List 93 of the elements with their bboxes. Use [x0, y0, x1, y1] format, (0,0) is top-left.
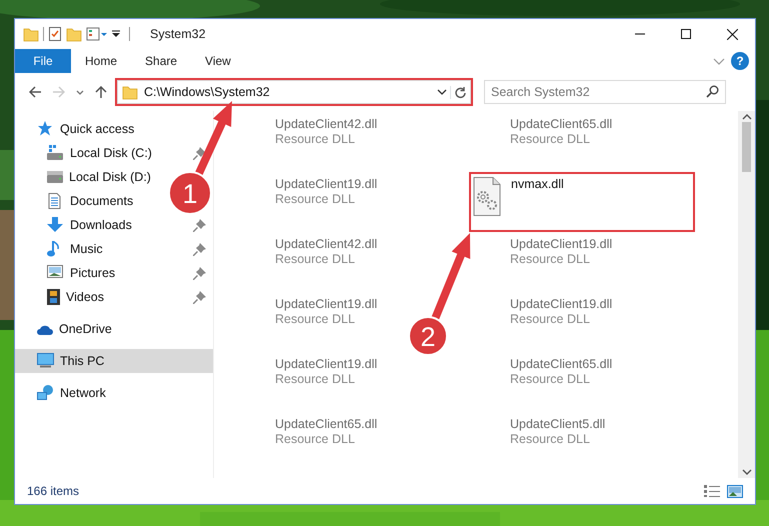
nav-item[interactable]: OneDrive: [15, 317, 116, 341]
search-field[interactable]: Search System32: [484, 80, 726, 104]
dropdown-icon[interactable]: [437, 89, 447, 95]
step-number-badge: 2: [408, 316, 448, 356]
file-type: Resource DLL: [275, 312, 356, 327]
step-number-badge: 1: [168, 171, 212, 215]
file-tab[interactable]: File: [15, 49, 71, 73]
nav-item[interactable]: Downloads: [15, 213, 136, 237]
file-item[interactable]: UpdateClient19.dll Resource DLL: [472, 293, 612, 337]
file-type: Resource DLL: [510, 132, 591, 147]
file-type: Resource DLL: [275, 372, 356, 387]
star-icon: [37, 121, 54, 137]
nav-item[interactable]: Documents: [15, 189, 138, 213]
nav-item[interactable]: Local Disk (D:): [15, 165, 155, 189]
maximize-icon[interactable]: [681, 29, 691, 39]
pin-icon[interactable]: [193, 218, 206, 232]
file-item[interactable]: UpdateClient5.dll Resource DLL: [472, 413, 606, 457]
expand-ribbon-icon[interactable]: [713, 58, 725, 64]
file-type: Resource DLL: [510, 252, 591, 267]
file-type: Resource DLL: [510, 432, 591, 447]
address-bar[interactable]: C:\Windows\System32: [117, 80, 471, 104]
file-name: UpdateClient65.dll: [275, 417, 378, 432]
file-name: nvmax.dll: [511, 177, 564, 192]
pin-icon[interactable]: [193, 242, 206, 256]
file-item[interactable]: UpdateClient65.dll Resource DLL: [237, 413, 378, 457]
back-arrow-icon[interactable]: [29, 86, 41, 98]
nav-item[interactable]: Quick access: [15, 117, 138, 141]
file-item[interactable]: nvmax.dll: [470, 173, 694, 231]
download-arrow-icon: [47, 217, 64, 233]
file-name: UpdateClient19.dll: [510, 237, 612, 252]
chevron-down-icon[interactable]: [76, 90, 84, 94]
details-view-icon[interactable]: [703, 484, 721, 498]
file-item[interactable]: UpdateClient42.dll Resource DLL: [237, 233, 378, 277]
nav-item[interactable]: Pictures: [15, 261, 120, 285]
search-icon[interactable]: [706, 85, 719, 98]
layout-dropdown-icon[interactable]: [86, 27, 107, 41]
scrollbar-thumb[interactable]: [742, 122, 751, 172]
monitor-icon: [37, 353, 54, 369]
customize-toolbar-icon[interactable]: [111, 30, 121, 38]
ribbon-tab[interactable]: Home: [71, 49, 132, 73]
forward-arrow-icon: [53, 86, 65, 98]
pin-icon[interactable]: [193, 290, 206, 304]
dll-file-icon: [473, 177, 501, 217]
nav-item[interactable]: Local Disk (C:): [15, 141, 156, 165]
ribbon-tab[interactable]: Share: [131, 49, 192, 73]
window-title: System32: [150, 26, 206, 43]
up-arrow-icon[interactable]: [95, 86, 107, 98]
help-button[interactable]: ?: [731, 52, 749, 70]
file-item[interactable]: UpdateClient19.dll Resource DLL: [237, 173, 378, 217]
minimize-icon[interactable]: [635, 33, 645, 35]
refresh-icon[interactable]: [454, 86, 467, 98]
file-type: Resource DLL: [275, 252, 356, 267]
file-name: UpdateClient19.dll: [275, 177, 378, 192]
nav-item[interactable]: Network: [15, 381, 110, 405]
drive-icon: [47, 171, 63, 183]
file-type: Resource DLL: [510, 372, 591, 387]
network-icon: [37, 385, 54, 401]
scroll-down-icon[interactable]: [742, 469, 752, 475]
file-name: UpdateClient42.dll: [275, 117, 378, 132]
file-item[interactable]: UpdateClient42.dll Resource DLL: [237, 113, 378, 157]
file-type: Resource DLL: [275, 132, 356, 147]
file-type: Resource DLL: [275, 192, 356, 207]
picture-icon: [47, 265, 64, 281]
file-name: UpdateClient19.dll: [275, 357, 378, 372]
ribbon-tab[interactable]: View: [191, 49, 245, 73]
file-name: UpdateClient42.dll: [275, 237, 378, 252]
film-strip-icon: [47, 289, 60, 305]
cloud-icon: [37, 324, 53, 334]
file-name: UpdateClient65.dll: [510, 357, 612, 372]
pin-icon[interactable]: [193, 266, 206, 280]
close-icon[interactable]: [726, 28, 738, 40]
pin-icon[interactable]: [193, 146, 206, 160]
drive-icon: [47, 145, 64, 161]
folder-icon: [122, 84, 138, 100]
properties-icon[interactable]: [48, 26, 62, 42]
scrollbar[interactable]: [738, 111, 755, 478]
nav-item[interactable]: Music: [15, 237, 107, 261]
file-type: Resource DLL: [510, 312, 591, 327]
file-item[interactable]: UpdateClient65.dll Resource DLL: [472, 113, 612, 157]
file-name: UpdateClient65.dll: [510, 117, 612, 132]
nav-item[interactable]: This PC: [15, 349, 213, 373]
file-name: UpdateClient19.dll: [275, 297, 378, 312]
scroll-up-icon[interactable]: [742, 114, 752, 120]
file-item[interactable]: UpdateClient19.dll Resource DLL: [472, 233, 612, 277]
file-name: UpdateClient19.dll: [510, 297, 612, 312]
large-icons-view-icon[interactable]: [727, 484, 743, 498]
file-item[interactable]: UpdateClient19.dll Resource DLL: [237, 293, 378, 337]
file-item[interactable]: UpdateClient19.dll Resource DLL: [237, 353, 378, 397]
nav-item[interactable]: Videos: [15, 285, 108, 309]
file-name: UpdateClient5.dll: [510, 417, 606, 432]
file-type: Resource DLL: [275, 432, 356, 447]
item-count: 166 items: [27, 483, 80, 500]
file-item[interactable]: UpdateClient65.dll Resource DLL: [472, 353, 612, 397]
